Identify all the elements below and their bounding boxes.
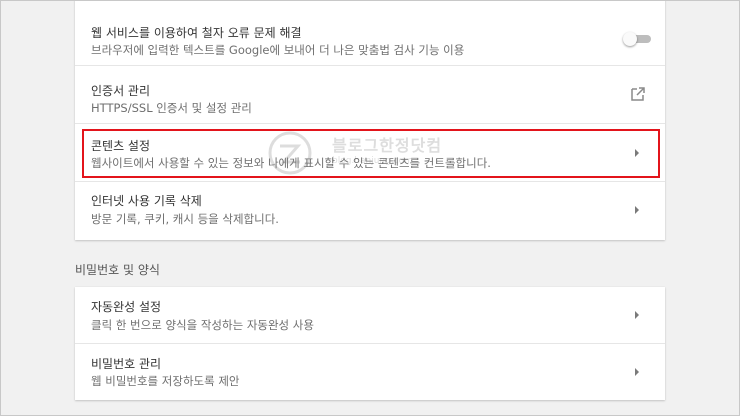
toggle-knob bbox=[623, 32, 637, 46]
passwords-section-heading: 비밀번호 및 양식 bbox=[75, 263, 160, 277]
autofill-settings-description: 클릭 한 번으로 양식을 작성하는 자동완성 사용 bbox=[91, 318, 314, 332]
spellcheck-row[interactable]: 웹 서비스를 이용하여 철자 오류 문제 해결 브라우저에 입력한 텍스트를 G… bbox=[75, 0, 665, 66]
chevron-right-icon[interactable] bbox=[633, 205, 641, 215]
clear-browsing-data-row[interactable]: 인터넷 사용 기록 삭제 방문 기록, 쿠키, 캐시 등을 삭제합니다. bbox=[75, 182, 665, 240]
password-manager-description: 웹 비밀번호를 저장하도록 제안 bbox=[91, 374, 240, 388]
password-manager-title: 비밀번호 관리 bbox=[91, 357, 162, 371]
password-manager-row[interactable]: 비밀번호 관리 웹 비밀번호를 저장하도록 제안 bbox=[75, 344, 665, 400]
certificates-description: HTTPS/SSL 인증서 및 설정 관리 bbox=[91, 101, 252, 115]
certificates-title: 인증서 관리 bbox=[91, 84, 151, 98]
content-settings-row[interactable]: 콘텐츠 설정 웹사이트에서 사용할 수 있는 정보와 나에게 표시할 수 있는 … bbox=[75, 124, 665, 182]
spellcheck-description: 브라우저에 입력한 텍스트를 Google에 보내어 더 나은 맞춤법 검사 기… bbox=[91, 43, 465, 57]
clear-browsing-data-description: 방문 기록, 쿠키, 캐시 등을 삭제합니다. bbox=[91, 212, 279, 226]
chevron-right-icon[interactable] bbox=[633, 367, 641, 377]
open-in-new-icon[interactable] bbox=[631, 87, 645, 101]
chevron-right-icon[interactable] bbox=[633, 148, 641, 158]
content-settings-title: 콘텐츠 설정 bbox=[91, 139, 151, 153]
spellcheck-toggle[interactable] bbox=[623, 32, 651, 46]
autofill-settings-title: 자동완성 설정 bbox=[91, 300, 162, 314]
passwords-forms-card: 자동완성 설정 클릭 한 번으로 양식을 작성하는 자동완성 사용 비밀번호 관… bbox=[75, 287, 665, 400]
chevron-right-icon[interactable] bbox=[633, 310, 641, 320]
spellcheck-title: 웹 서비스를 이용하여 철자 오류 문제 해결 bbox=[91, 26, 302, 40]
certificates-row[interactable]: 인증서 관리 HTTPS/SSL 인증서 및 설정 관리 bbox=[75, 66, 665, 124]
advanced-settings-card: 웹 서비스를 이용하여 철자 오류 문제 해결 브라우저에 입력한 텍스트를 G… bbox=[75, 0, 665, 240]
autofill-settings-row[interactable]: 자동완성 설정 클릭 한 번으로 양식을 작성하는 자동완성 사용 bbox=[75, 287, 665, 344]
content-settings-description: 웹사이트에서 사용할 수 있는 정보와 나에게 표시할 수 있는 콘텐츠를 컨트… bbox=[91, 156, 491, 170]
clear-browsing-data-title: 인터넷 사용 기록 삭제 bbox=[91, 194, 202, 208]
